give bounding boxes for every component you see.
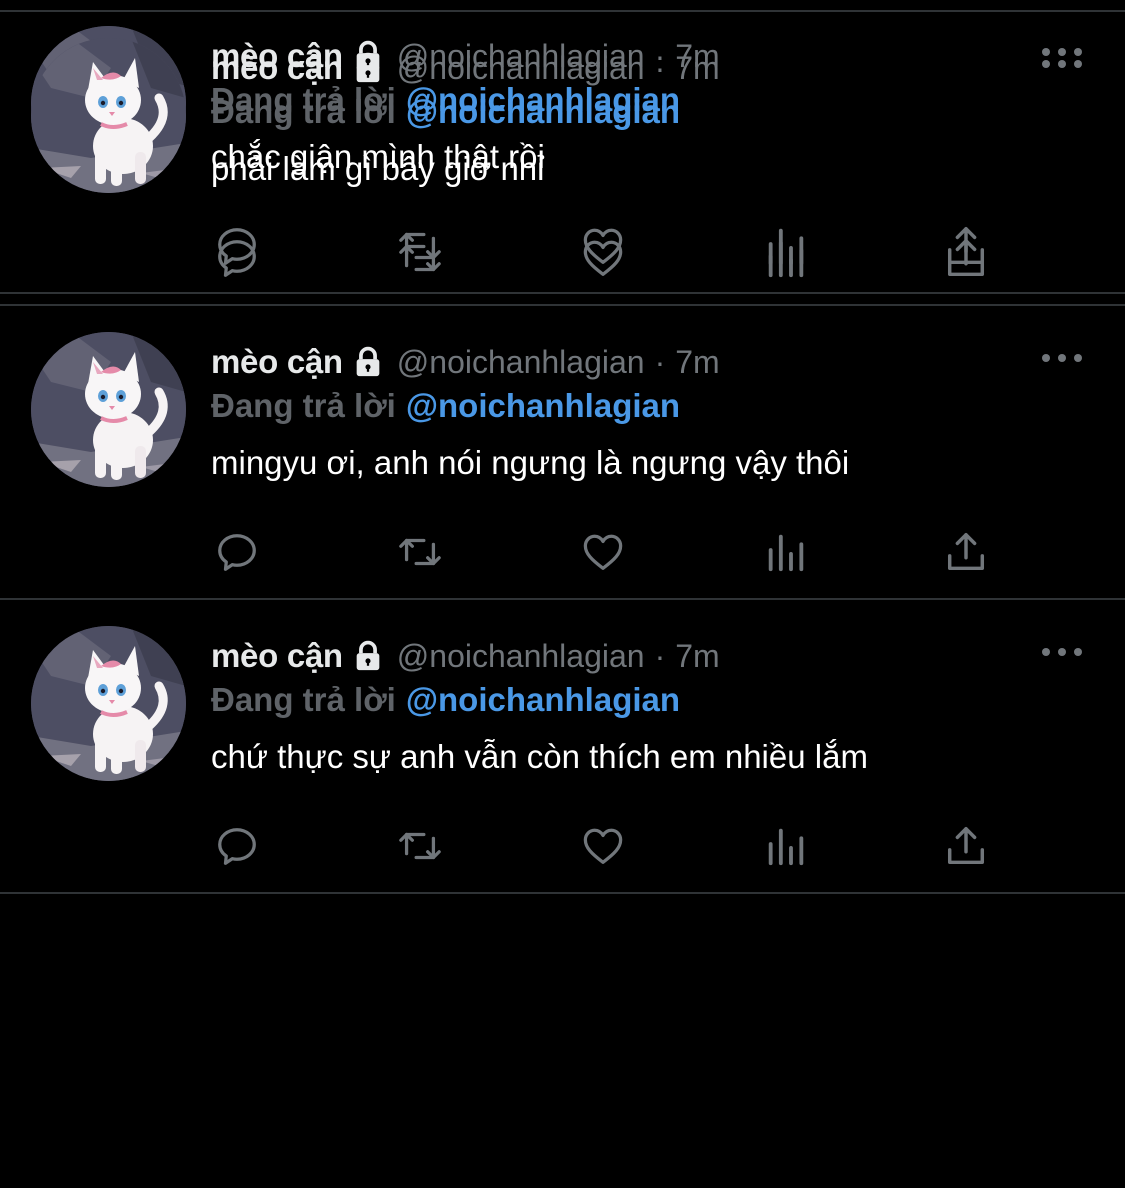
replying-to-label: Đang trả lời: [211, 387, 396, 424]
retweet-icon: [399, 244, 441, 272]
tweet-header: mèo cận @noichanhlagian · 7m: [211, 340, 720, 384]
timestamp[interactable]: 7m: [675, 638, 719, 675]
display-name[interactable]: mèo cận: [211, 49, 343, 87]
heart-icon: [583, 828, 623, 864]
views-button[interactable]: [758, 524, 814, 580]
avatar-cat-image: [31, 626, 186, 781]
handle[interactable]: @noichanhlagian: [397, 344, 645, 381]
replying-to-label: Đang trả lời: [211, 681, 396, 718]
share-button[interactable]: [938, 818, 994, 874]
reply-button[interactable]: [209, 524, 265, 580]
timeline: mèo cận @noichanhlagian · 7m Đang trả lờ…: [0, 0, 1125, 1188]
timestamp[interactable]: 7m: [675, 344, 719, 381]
timestamp[interactable]: 7m: [675, 50, 719, 87]
like-button[interactable]: [575, 230, 631, 286]
replying-to: Đang trả lời @noichanhlagian: [211, 90, 680, 134]
retweet-icon: [399, 538, 441, 566]
replying-to: Đang trả lời @noichanhlagian: [211, 384, 680, 428]
views-icon: [768, 828, 804, 866]
replying-to-mention[interactable]: @noichanhlagian: [406, 681, 680, 719]
share-icon: [947, 827, 985, 865]
reply-button[interactable]: [209, 230, 265, 286]
reply-icon: [218, 828, 256, 865]
retweet-button[interactable]: [392, 230, 448, 286]
replying-to: Đang trả lời @noichanhlagian: [211, 678, 680, 722]
lock-icon: [356, 640, 380, 671]
tweet-actions: [0, 230, 1125, 286]
replying-to-mention[interactable]: @noichanhlagian: [406, 93, 680, 131]
share-button[interactable]: [938, 524, 994, 580]
avatar[interactable]: [31, 332, 186, 487]
share-icon: [947, 533, 985, 571]
heart-icon: [583, 534, 623, 570]
separator-dot: ·: [654, 637, 666, 674]
views-button[interactable]: [758, 818, 814, 874]
like-button[interactable]: [575, 524, 631, 580]
more-icon[interactable]: [1040, 644, 1084, 660]
handle[interactable]: @noichanhlagian: [397, 638, 645, 675]
tweet-actions: [0, 818, 1125, 874]
display-name[interactable]: mèo cận: [211, 637, 343, 675]
separator-dot: ·: [654, 343, 666, 380]
reply-icon: [218, 534, 256, 571]
retweet-icon: [399, 832, 441, 860]
tweet-header: mèo cận @noichanhlagian · 7m: [211, 634, 720, 678]
tweet[interactable]: mèo cận @noichanhlagian · 7m Đang trả lờ…: [0, 600, 1125, 894]
avatar-cat-image: [31, 38, 186, 193]
handle[interactable]: @noichanhlagian: [397, 50, 645, 87]
replying-to-label: Đang trả lời: [211, 93, 396, 130]
views-icon: [768, 240, 804, 278]
tweet[interactable]: mèo cận @noichanhlagian · 7m Đang trả lờ…: [0, 306, 1125, 600]
separator-dot: ·: [654, 49, 666, 86]
more-icon[interactable]: [1040, 350, 1084, 366]
retweet-button[interactable]: [392, 524, 448, 580]
replying-to-mention[interactable]: @noichanhlagian: [406, 387, 680, 425]
like-button[interactable]: [575, 818, 631, 874]
reply-icon: [218, 240, 256, 277]
avatar-cat-image: [31, 332, 186, 487]
tweet-actions: [0, 524, 1125, 580]
tweet-text: phải làm gì bây giờ nhỉ: [211, 150, 545, 187]
views-button[interactable]: [758, 230, 814, 286]
heart-icon: [583, 240, 623, 276]
share-button[interactable]: [938, 230, 994, 286]
avatar[interactable]: [31, 626, 186, 781]
lock-icon: [356, 52, 380, 83]
share-icon: [947, 239, 985, 277]
tweet-header: mèo cận @noichanhlagian · 7m: [211, 46, 720, 90]
display-name[interactable]: mèo cận: [211, 343, 343, 381]
more-icon[interactable]: [1040, 56, 1084, 72]
reply-button[interactable]: [209, 818, 265, 874]
views-icon: [768, 534, 804, 572]
avatar[interactable]: [31, 38, 186, 193]
tweet[interactable]: mèo cận @noichanhlagian · 7m Đang trả lờ…: [0, 12, 1125, 306]
tweet-text: chứ thực sự anh vẫn còn thích em nhiều l…: [211, 738, 868, 775]
lock-icon: [356, 346, 380, 377]
tweet-text: mingyu ơi, anh nói ngưng là ngưng vậy th…: [211, 444, 850, 481]
retweet-button[interactable]: [392, 818, 448, 874]
